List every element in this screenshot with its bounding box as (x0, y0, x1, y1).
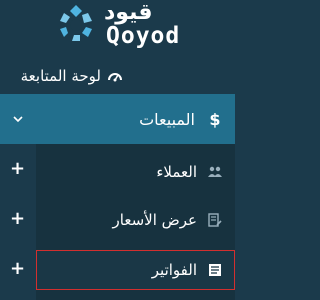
chevron-down-icon[interactable] (10, 111, 26, 127)
qoyod-logo-icon (60, 5, 92, 41)
brand-logo[interactable]: قيود Qoyod (0, 0, 235, 56)
sidebar-subitem-quotes[interactable]: عرض الأسعار (36, 198, 235, 242)
brand-name-ar: قيود (104, 0, 153, 25)
sidebar-subitem-customers[interactable]: العملاء (36, 150, 235, 194)
add-customer-button[interactable]: + (10, 160, 25, 178)
sidebar-item-label: المبيعات (139, 109, 195, 129)
dollar-icon: $ (209, 109, 221, 129)
add-quote-button[interactable]: + (10, 210, 25, 228)
sidebar-subitem-invoices[interactable]: الفواتير (36, 250, 235, 290)
sidebar-item-label: لوحة المتابعة (20, 67, 101, 85)
sidebar-subitem-label: العملاء (156, 163, 197, 181)
brand-name-en: Qoyod (106, 23, 181, 49)
sidebar-subitem-label: الفواتير (151, 261, 197, 279)
sidebar-item-sales[interactable]: المبيعات $ (0, 94, 235, 144)
sidebar-item-dashboard[interactable]: لوحة المتابعة (0, 58, 235, 94)
sidebar-subitem-label: عرض الأسعار (112, 211, 197, 229)
invoice-icon (207, 262, 223, 278)
quote-edit-icon (207, 212, 223, 228)
add-invoice-button[interactable]: + (10, 260, 25, 278)
users-icon (207, 164, 223, 180)
dashboard-gauge-icon (107, 68, 123, 84)
